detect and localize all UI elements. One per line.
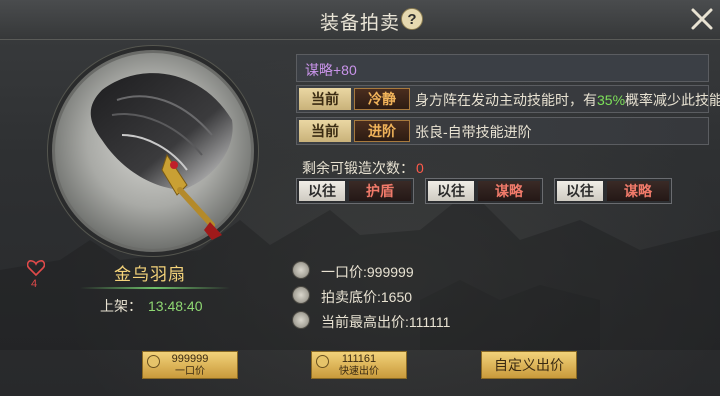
skill-description: 张良-自带技能进阶 xyxy=(415,124,532,140)
previous-skill-3[interactable]: 以往 谋略 xyxy=(554,178,672,204)
auction-panel: 装备拍卖 ? 4 金乌羽扇 上架： 13:48:40 谋略+80 当前 冷静 身… xyxy=(0,0,720,396)
item-name: 金乌羽扇 xyxy=(114,265,186,284)
name-divider xyxy=(80,287,230,289)
reserve-price-text: 拍卖底价:1650 xyxy=(321,289,413,305)
buyout-button-label: 一口价 xyxy=(175,366,205,377)
forge-label: 剩余可锻造次数： xyxy=(302,160,414,176)
skill-desc-suffix: 概率减少此技能 xyxy=(625,92,720,108)
skill-badge-advance[interactable]: 进阶 xyxy=(354,120,410,142)
buyout-button[interactable]: 999999 一口价 xyxy=(142,351,238,379)
skill-desc-percent: 35% xyxy=(597,92,626,108)
quick-bid-label: 快速出价 xyxy=(339,366,379,377)
forge-count: 0 xyxy=(416,160,424,176)
buyout-price-text: 一口价:999999 xyxy=(321,264,414,280)
previous-tag: 以往 xyxy=(428,181,474,201)
close-icon[interactable] xyxy=(689,6,715,32)
page-title: 装备拍卖 xyxy=(319,13,400,34)
skill-row-current-2: 当前 进阶 张良-自带技能进阶 xyxy=(296,117,709,145)
skill-description: 身方阵在发动主动技能时，有35%概率减少此技能 xyxy=(415,90,720,110)
current-tag: 当前 xyxy=(299,88,351,110)
forge-remaining: 剩余可锻造次数： 0 xyxy=(302,158,424,178)
previous-skill-1[interactable]: 以往 护盾 xyxy=(296,178,414,204)
favorite-count: 4 xyxy=(31,278,38,290)
feather-fan-image xyxy=(90,73,233,240)
stat-text: 谋略+80 xyxy=(305,62,357,78)
listing-time: 上架： 13:48:40 xyxy=(100,296,203,316)
previous-tag: 以往 xyxy=(299,181,345,201)
previous-tag: 以往 xyxy=(557,181,603,201)
previous-skill-label: 护盾 xyxy=(349,181,411,201)
previous-skill-2[interactable]: 以往 谋略 xyxy=(425,178,543,204)
coin-icon xyxy=(147,355,160,368)
skill-badge-calm[interactable]: 冷静 xyxy=(354,88,410,110)
listing-time-label: 上架： xyxy=(100,298,142,314)
coin-icon xyxy=(292,311,310,329)
coin-icon xyxy=(292,286,310,304)
coin-icon xyxy=(316,355,329,368)
custom-bid-button[interactable]: 自定义出价 xyxy=(481,351,577,379)
question-mark-icon[interactable]: ? xyxy=(401,8,423,30)
stat-row: 谋略+80 xyxy=(296,54,709,82)
skill-row-current-1: 当前 冷静 身方阵在发动主动技能时，有35%概率减少此技能 xyxy=(296,85,720,113)
previous-skill-label: 谋略 xyxy=(607,181,669,201)
quick-bid-button[interactable]: 111161 快速出价 xyxy=(311,351,407,379)
highest-bid-text: 当前最高出价:111111 xyxy=(321,314,451,330)
previous-skill-label: 谋略 xyxy=(478,181,540,201)
skill-desc-prefix: 身方阵在发动主动技能时，有 xyxy=(415,92,597,108)
coin-icon xyxy=(292,261,310,279)
listing-time-value: 13:48:40 xyxy=(148,298,203,314)
current-tag: 当前 xyxy=(299,120,351,142)
heart-icon[interactable] xyxy=(27,260,45,276)
